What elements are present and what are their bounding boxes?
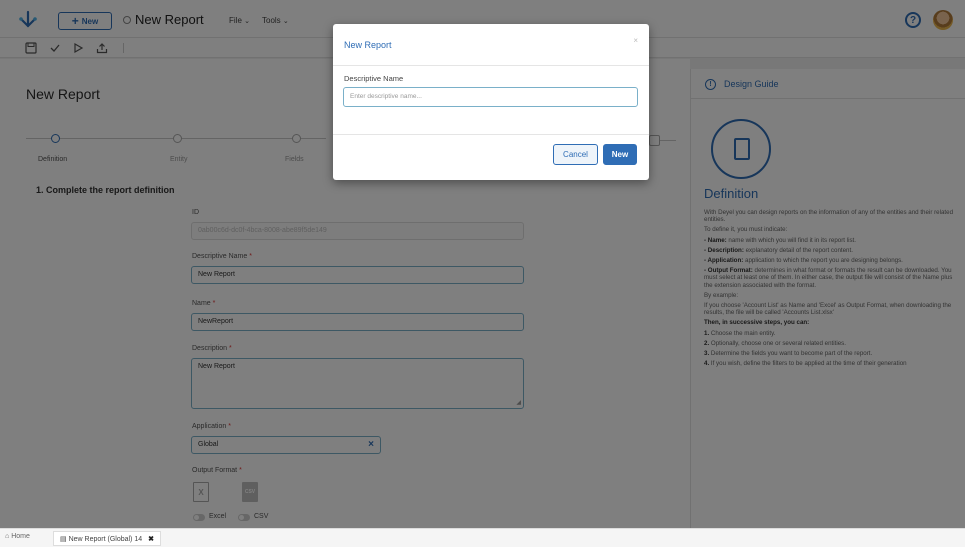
descriptive-name-dialog-input[interactable]: Enter descriptive name... <box>343 87 638 107</box>
create-new-button[interactable]: New <box>603 144 637 165</box>
descriptive-name-dialog-label: Descriptive Name <box>344 74 404 83</box>
dialog-title: New Report <box>344 40 392 50</box>
home-icon: ⌂ <box>5 533 10 540</box>
dialog-divider <box>333 65 649 66</box>
tab-home[interactable]: ⌂ Home <box>5 533 30 540</box>
report-icon: ▤ <box>60 536 67 543</box>
tab-new-report[interactable]: ▤ New Report (Global) 14 ✖ <box>53 531 161 546</box>
cancel-button[interactable]: Cancel <box>553 144 598 165</box>
bottom-tab-bar: ⌂ Home ▤ New Report (Global) 14 ✖ <box>0 528 965 547</box>
dialog-divider <box>333 134 649 135</box>
tab-new-report-label: New Report (Global) 14 <box>68 536 143 543</box>
close-tab-icon[interactable]: ✖ <box>148 536 154 543</box>
new-report-dialog: New Report × Descriptive Name Enter desc… <box>333 24 649 180</box>
tab-home-label: Home <box>11 533 30 540</box>
close-icon[interactable]: × <box>633 36 638 45</box>
